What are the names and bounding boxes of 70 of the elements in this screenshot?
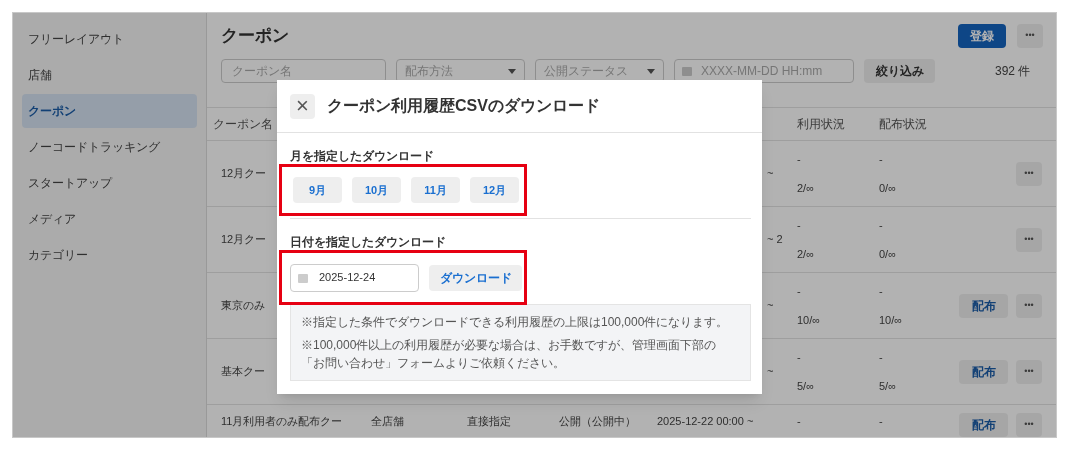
table-cell-text: ~	[767, 364, 774, 380]
table-cell: 公開（公開中）	[559, 415, 636, 427]
distribute-button[interactable]: 配布	[959, 359, 1008, 384]
section-label: 月を指定したダウンロード	[290, 148, 435, 163]
table-cell-text: -	[879, 284, 884, 299]
register-button[interactable]: 登録	[958, 24, 1006, 48]
table-cell-text: -	[879, 218, 884, 233]
table-cell-text: -	[879, 414, 884, 429]
notice-text: ※100,000件以上の利用履歴が必要な場合は、お手数ですが、管理画面下部の「お問い合わせ」フォームよりご依頼ください。	[301, 337, 718, 372]
table-cell-text: 0/∞	[879, 180, 897, 196]
more-button[interactable]: •••	[1016, 293, 1042, 318]
table-cell-text: ~	[767, 298, 774, 314]
table-cell-text: -	[797, 284, 802, 299]
table-cell-text: 2/∞	[797, 180, 815, 196]
table-cell-text: ~	[767, 166, 774, 182]
close-button[interactable]: ×	[290, 93, 315, 119]
date-field[interactable]: 2025-12-24	[290, 263, 419, 292]
table-cell: 直接指定	[467, 415, 511, 427]
more-button[interactable]: •••	[1017, 24, 1043, 48]
dropdown-caret-icon	[508, 68, 516, 74]
distribute-button[interactable]: 配布	[959, 413, 1008, 437]
column-header: 利用状況	[797, 117, 845, 131]
table-cell: 2025-12-22 00:00 ~	[657, 415, 754, 427]
sidebar-item[interactable]: フリーレイアウト	[22, 22, 197, 56]
table-cell-text: 2/∞	[797, 246, 815, 262]
table-cell-text: 東京のみ	[221, 298, 265, 314]
more-button[interactable]: •••	[1016, 227, 1042, 252]
calendar-icon	[681, 65, 693, 77]
sidebar-item[interactable]: クーポン	[22, 94, 197, 128]
table-cell-text: 10/∞	[797, 312, 822, 328]
table-cell-text: -	[797, 152, 802, 167]
sidebar-item[interactable]: ノーコードトラッキング	[22, 130, 197, 164]
notice-text: ※指定した条件でダウンロードできる利用履歴の上限は100,000件になります。	[301, 314, 730, 331]
more-button[interactable]: •••	[1016, 359, 1042, 384]
filter-button[interactable]: 絞り込み	[864, 59, 935, 83]
column-header: 配布状況	[879, 117, 927, 131]
sidebar-item[interactable]: メディア	[22, 202, 197, 236]
month-button[interactable]: 12月	[470, 177, 519, 203]
sidebar-item[interactable]: 店舗	[22, 58, 197, 92]
table-cell-text: 基本クー	[221, 364, 265, 380]
month-button[interactable]: 10月	[352, 177, 401, 203]
section-label: 日付を指定したダウンロード	[290, 234, 447, 249]
distribute-button[interactable]: 配布	[959, 293, 1008, 318]
download-button[interactable]: ダウンロード	[429, 264, 522, 291]
table-cell-text: 10/∞	[879, 312, 904, 328]
table-cell-text: -	[797, 414, 802, 429]
table-cell-text: 5/∞	[879, 378, 897, 394]
table-cell-text: ~ 2	[767, 232, 783, 248]
table-cell-text: -	[879, 152, 884, 167]
table-cell: 11月利用者のみ配布クー	[221, 415, 343, 427]
table-cell-text: 12月クー	[221, 166, 267, 182]
sidebar-item[interactable]: スタートアップ	[22, 166, 197, 200]
table-cell-text: -	[879, 350, 884, 365]
page-title: クーポン	[221, 25, 290, 48]
month-button[interactable]: 9月	[293, 177, 342, 203]
sidebar-item[interactable]: カテゴリー	[22, 238, 197, 272]
table-cell-text: -	[797, 350, 802, 365]
more-button[interactable]: •••	[1016, 413, 1042, 437]
dialog-title: クーポン利用履歴CSVのダウンロード	[327, 96, 600, 116]
calendar-icon	[297, 271, 309, 284]
month-button[interactable]: 11月	[411, 177, 460, 203]
result-count: 392 件	[995, 63, 1031, 80]
table-cell-text: -	[797, 218, 802, 233]
dropdown-caret-icon	[647, 68, 655, 74]
table-cell-text: 5/∞	[797, 378, 815, 394]
table-cell-text: 12月クー	[221, 232, 267, 248]
column-header: クーポン名	[213, 117, 273, 131]
table-cell: 全店舗	[371, 415, 404, 427]
more-button[interactable]: •••	[1016, 161, 1042, 186]
table-cell-text: 0/∞	[879, 246, 897, 262]
